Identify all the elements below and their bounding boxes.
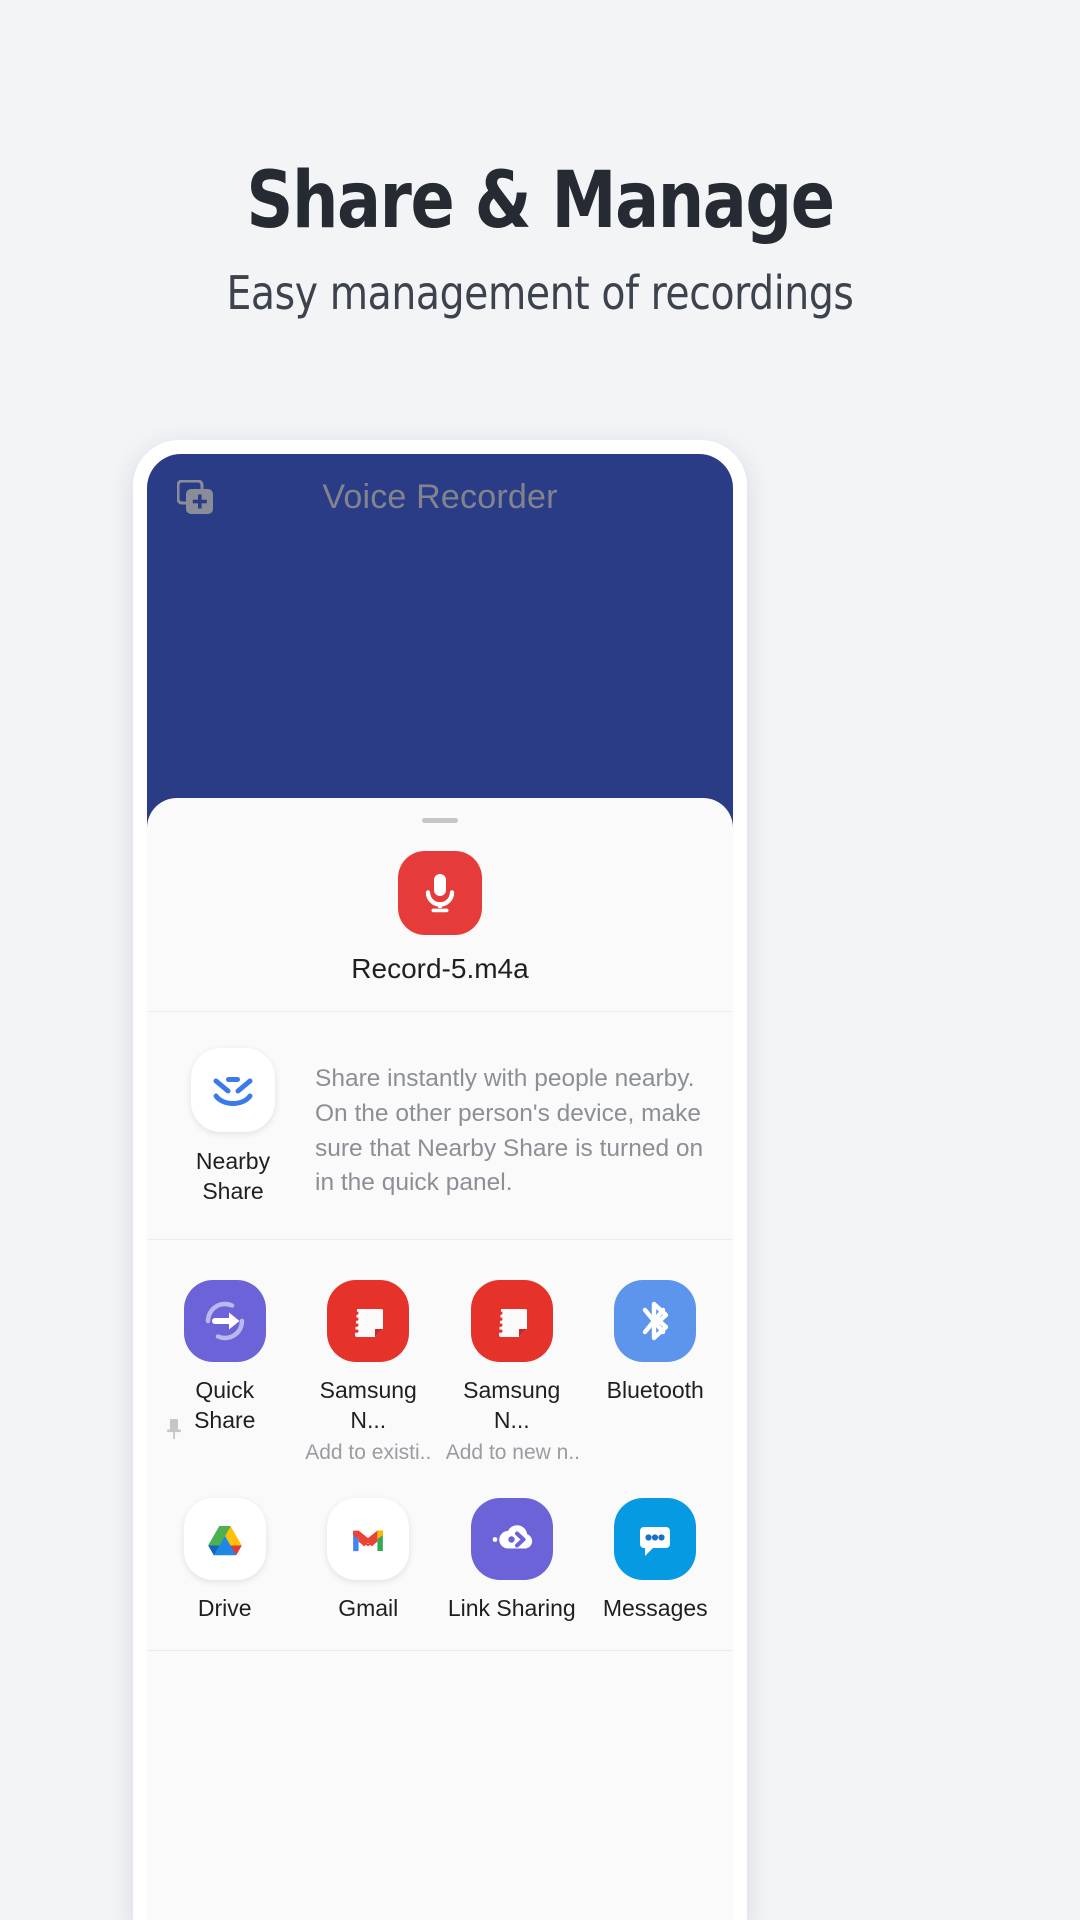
messages-icon — [614, 1497, 697, 1580]
app-target-bluetooth[interactable]: Bluetooth — [584, 1266, 728, 1484]
nearby-share-label-line1: Nearby — [195, 1148, 271, 1174]
google-drive-icon — [183, 1497, 266, 1580]
app-grid-row: Drive Gmail Link Sharing Messages — [153, 1484, 727, 1642]
phone-screen: Voice Recorder Record-5.m4a Nearby Share… — [147, 454, 733, 1920]
nearby-share-row[interactable]: Nearby Share Share instantly with people… — [147, 1012, 733, 1240]
app-target-grid: Quick Share Samsung N... Add to existi..… — [147, 1240, 733, 1651]
nearby-share-label-line2: Share — [202, 1178, 264, 1205]
app-label: Link Sharing — [447, 1594, 576, 1621]
page-subtitle: Easy management of recordings — [226, 266, 854, 320]
gmail-icon — [327, 1497, 410, 1580]
app-target-messages[interactable]: Messages — [584, 1484, 728, 1642]
app-title: Voice Recorder — [322, 477, 558, 516]
app-label: Gmail — [338, 1594, 399, 1621]
nearby-share-description: Share instantly with people nearby. On t… — [315, 1065, 704, 1197]
app-target-samsung-notes-new[interactable]: Samsung N... Add to new n.. — [440, 1266, 584, 1484]
app-label: Drive — [197, 1594, 252, 1621]
share-sheet: Record-5.m4a Nearby Share Share instantl… — [147, 798, 733, 1920]
app-sublabel: Add to new n.. — [445, 1440, 578, 1464]
pin-icon — [165, 1418, 183, 1440]
app-sublabel: Add to existi.. — [305, 1440, 432, 1464]
nearby-share-button[interactable]: Nearby Share — [173, 1048, 293, 1207]
page-title: Share & Manage — [246, 156, 835, 246]
link-sharing-icon — [470, 1497, 553, 1580]
phone-mockup: Voice Recorder Record-5.m4a Nearby Share… — [133, 440, 747, 1920]
microphone-icon — [398, 851, 482, 935]
app-label-line2: Share — [194, 1406, 256, 1433]
add-to-collection-icon[interactable] — [176, 479, 215, 516]
nearby-share-label: Nearby Share — [196, 1146, 270, 1207]
nearby-share-icon — [191, 1048, 275, 1132]
file-name: Record-5.m4a — [351, 953, 529, 984]
promo-page: Share & Manage Easy management of record… — [0, 0, 1080, 1920]
app-target-drive[interactable]: Drive — [153, 1484, 297, 1642]
app-target-samsung-notes-existing[interactable]: Samsung N... Add to existi.. — [297, 1266, 441, 1484]
app-label-line1: Quick — [195, 1376, 255, 1403]
samsung-notes-icon — [470, 1279, 553, 1362]
bluetooth-icon — [614, 1279, 697, 1362]
app-label: Samsung N... — [463, 1376, 561, 1433]
app-target-gmail[interactable]: Gmail — [297, 1484, 441, 1642]
app-label: Bluetooth — [606, 1376, 704, 1403]
app-grid-row: Quick Share Samsung N... Add to existi..… — [153, 1266, 727, 1484]
app-target-quick-share[interactable]: Quick Share — [153, 1266, 297, 1484]
app-label: Messages — [602, 1594, 708, 1621]
app-label: Samsung N... — [319, 1376, 417, 1433]
quick-share-icon — [183, 1279, 266, 1362]
app-label: Quick Share — [194, 1376, 255, 1436]
app-bar: Voice Recorder — [147, 454, 733, 540]
file-preview: Record-5.m4a — [147, 823, 733, 1012]
promo-header: Share & Manage Easy management of record… — [0, 0, 1080, 320]
samsung-notes-icon — [327, 1279, 410, 1362]
app-target-link-sharing[interactable]: Link Sharing — [440, 1484, 584, 1642]
sheet-filler — [147, 1650, 733, 1920]
